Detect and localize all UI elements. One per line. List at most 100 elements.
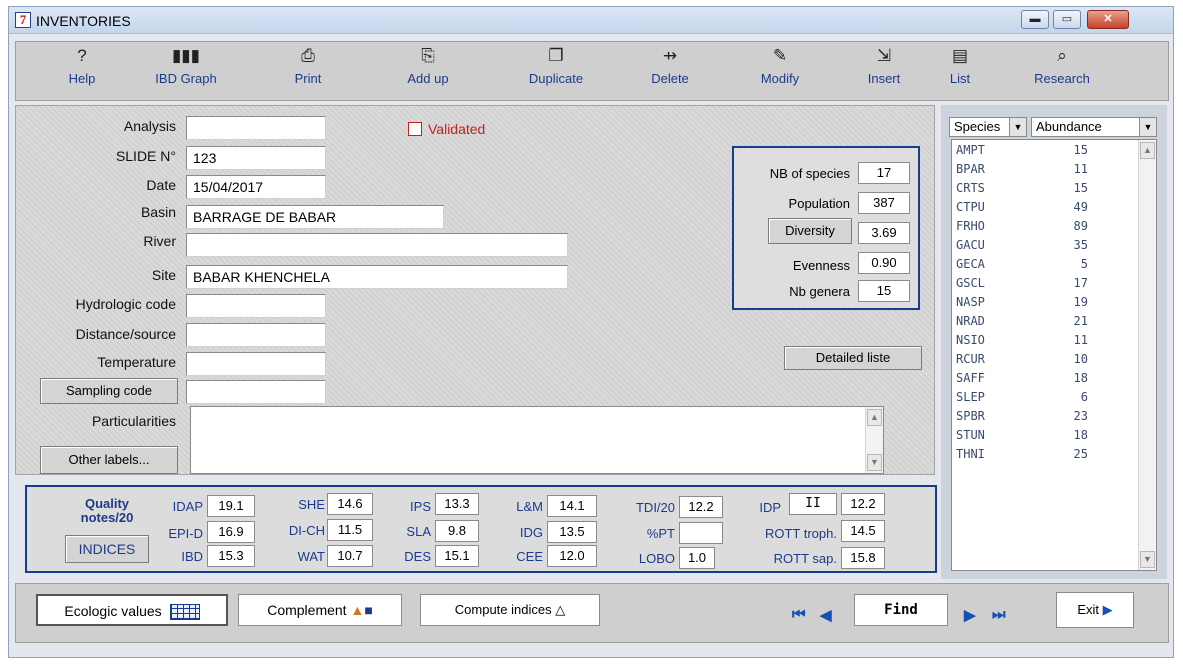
maximize-button[interactable]: ▭ [1053, 10, 1081, 29]
next-record-icon[interactable]: ▶ [964, 606, 976, 624]
sla-value: 9.8 [435, 520, 479, 542]
research-icon: ⌕ [1057, 46, 1067, 65]
nb-species-value: 17 [858, 162, 910, 184]
cee-value: 12.0 [547, 545, 597, 567]
river-field[interactable] [186, 233, 568, 257]
sampling-code-field[interactable] [186, 380, 326, 404]
exit-button[interactable]: Exit ▶ [1056, 592, 1134, 628]
detailed-list-button[interactable]: Detailed liste [784, 346, 922, 370]
add-up-button[interactable]: ⎘ Add up [398, 45, 458, 99]
population-label: Population [788, 196, 850, 211]
nb-genera-value: 15 [858, 280, 910, 302]
species-list[interactable]: AMPT 15 BPAR 11 CRTS 15 CTPU 49 FRHO 89 GACU 3… [951, 139, 1157, 571]
ibd-value: 15.3 [207, 545, 255, 567]
print-button[interactable]: ⎙ Print [278, 45, 338, 99]
species-column-dropdown[interactable]: Species ▼ [949, 117, 1027, 137]
species-abundance: 15 [1073, 143, 1088, 157]
species-abundance: 18 [1073, 371, 1088, 385]
other-labels-button[interactable]: Other labels... [40, 446, 178, 474]
date-field[interactable]: 15/04/2017 [186, 175, 326, 199]
nb-species-label: NB of species [769, 166, 850, 181]
bottom-bar: Ecologic values Complement ▲■ Compute in… [15, 583, 1169, 643]
duplicate-button[interactable]: ❐ Duplicate [516, 45, 596, 99]
site-field[interactable]: BABAR KHENCHELA [186, 265, 568, 289]
species-abundance: 23 [1073, 409, 1088, 423]
validated-checkbox[interactable] [408, 122, 422, 136]
insert-icon: ⇲ [876, 46, 892, 65]
chevron-down-icon: ▼ [1009, 118, 1026, 136]
find-button[interactable]: Find [854, 594, 948, 626]
first-record-icon[interactable]: ⏮ [792, 606, 806, 623]
epid-label: EPI-D [168, 526, 203, 541]
particularities-scrollbar[interactable]: ▲ ▼ [865, 407, 883, 473]
sampling-code-button[interactable]: Sampling code [40, 378, 178, 404]
minimize-button[interactable]: ▬ [1021, 10, 1049, 29]
close-button[interactable]: ✕ [1087, 10, 1129, 29]
stats-box: NB of species 17 Population 387 Diversit… [732, 146, 920, 310]
diversity-button[interactable]: Diversity [768, 218, 852, 244]
list-icon: ▤ [951, 46, 969, 65]
particularities-label: Particularities [91, 413, 176, 429]
complement-button[interactable]: Complement ▲■ [238, 594, 402, 626]
species-code: THNI [956, 447, 985, 461]
modify-icon: ✎ [772, 46, 788, 65]
scroll-up-icon[interactable]: ▲ [1140, 142, 1155, 159]
dich-label: DI-CH [288, 523, 325, 538]
temperature-field[interactable] [186, 352, 326, 376]
insert-button[interactable]: ⇲ Insert [854, 45, 914, 99]
modify-button[interactable]: ✎ Modify [750, 45, 810, 99]
pt-value [679, 522, 723, 544]
rott-sap-value: 15.8 [841, 547, 885, 569]
date-label: Date [146, 177, 176, 193]
ecologic-values-label: Ecologic values [64, 603, 162, 619]
species-scrollbar[interactable]: ▲ ▼ [1138, 140, 1156, 570]
epid-value: 16.9 [207, 521, 255, 543]
species-abundance: 49 [1073, 200, 1088, 214]
research-label: Research [1034, 71, 1090, 86]
delete-button[interactable]: ⇸ Delete [640, 45, 700, 99]
analysis-field[interactable] [186, 116, 326, 140]
list-button[interactable]: ▤ List [940, 45, 980, 99]
species-abundance: 21 [1073, 314, 1088, 328]
app-icon: 7 [15, 12, 31, 28]
particularities-textarea[interactable]: ▲ ▼ [190, 406, 884, 474]
delete-label: Delete [651, 71, 689, 86]
species-header-label: Species [954, 119, 1001, 134]
scroll-down-icon[interactable]: ▼ [867, 454, 882, 471]
last-record-icon[interactable]: ⏭ [992, 606, 1006, 623]
modify-label: Modify [760, 71, 800, 86]
idap-value: 19.1 [207, 495, 255, 517]
distance-source-field[interactable] [186, 323, 326, 347]
bar-chart-icon: ▮▮▮ [171, 46, 201, 65]
species-code: NRAD [956, 314, 985, 328]
compute-indices-button[interactable]: Compute indices △ [420, 594, 600, 626]
species-abundance: 89 [1073, 219, 1088, 233]
species-abundance: 6 [1080, 390, 1088, 404]
slide-number-field[interactable]: 123 [186, 146, 326, 170]
tdi-value: 12.2 [679, 496, 723, 518]
scroll-up-icon[interactable]: ▲ [867, 409, 882, 426]
pt-label: %PT [646, 526, 675, 541]
basin-field[interactable]: BARRAGE DE BABAR [186, 205, 444, 229]
ibd-graph-button[interactable]: ▮▮▮ IBD Graph [146, 45, 226, 99]
research-button[interactable]: ⌕ Research [1022, 45, 1102, 99]
idp-label: IDP [759, 500, 781, 515]
indices-box: Quality notes/20 INDICES IDAP 19.1 EPI-D… [25, 485, 937, 573]
idp-class-value: II [789, 493, 837, 515]
indices-button[interactable]: INDICES [65, 535, 149, 563]
species-code: FRHO [956, 219, 985, 233]
complement-label: Complement [267, 602, 347, 618]
previous-record-icon[interactable]: ◀ [820, 606, 832, 624]
hydrologic-code-field[interactable] [186, 294, 326, 318]
abundance-column-dropdown[interactable]: Abundance ▼ [1031, 117, 1157, 137]
basin-label: Basin [140, 204, 176, 220]
duplicate-label: Duplicate [528, 71, 584, 86]
species-abundance: 35 [1073, 238, 1088, 252]
idg-value: 13.5 [547, 521, 597, 543]
ecologic-values-button[interactable]: Ecologic values [36, 594, 228, 626]
scroll-down-icon[interactable]: ▼ [1140, 551, 1155, 568]
species-code: SAFF [956, 371, 985, 385]
species-code: NSIO [956, 333, 985, 347]
species-code: RCUR [956, 352, 985, 366]
help-button[interactable]: ? Help [52, 45, 112, 99]
